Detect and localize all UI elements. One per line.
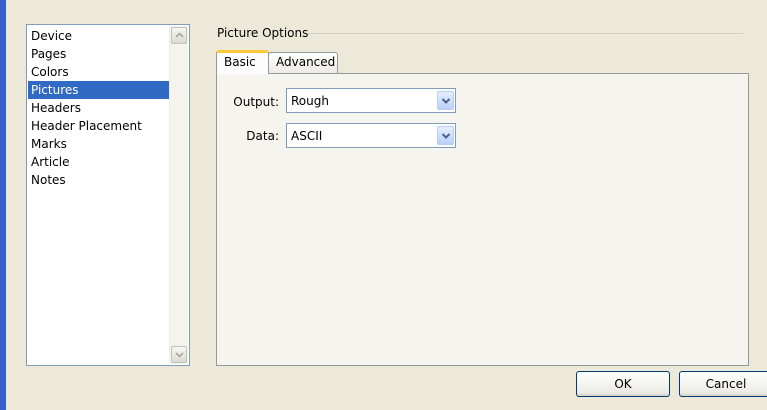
output-label: Output: [233, 95, 279, 109]
list-scrollbar[interactable] [169, 26, 188, 364]
list-item-headers[interactable]: Headers [28, 99, 170, 117]
output-select[interactable]: Rough [286, 88, 456, 113]
cancel-button[interactable]: Cancel [679, 371, 767, 397]
scroll-up-button[interactable] [171, 27, 187, 44]
chevron-down-icon [441, 133, 451, 139]
tab-basic[interactable]: Basic [216, 50, 269, 74]
group-divider [307, 33, 743, 34]
list-item-pages[interactable]: Pages [28, 45, 170, 63]
list-item-header-placement[interactable]: Header Placement [28, 117, 170, 135]
chevron-down-icon [175, 352, 184, 358]
ok-button[interactable]: OK [576, 371, 670, 397]
tab-panel [216, 73, 749, 366]
list-item-notes[interactable]: Notes [28, 171, 170, 189]
list-item-marks[interactable]: Marks [28, 135, 170, 153]
list-item-device[interactable]: Device [28, 27, 170, 45]
scroll-down-button[interactable] [171, 346, 187, 363]
list-item-colors[interactable]: Colors [28, 63, 170, 81]
data-select[interactable]: ASCII [286, 123, 456, 148]
window-left-edge [0, 0, 6, 410]
output-dropdown-button[interactable] [437, 91, 454, 110]
chevron-up-icon [175, 32, 184, 38]
data-select-value: ASCII [291, 129, 323, 143]
output-select-value: Rough [291, 94, 329, 108]
group-title: Picture Options [217, 26, 309, 40]
data-label: Data: [246, 129, 279, 143]
category-list[interactable]: Device Pages Colors Pictures Headers Hea… [26, 24, 190, 366]
data-dropdown-button[interactable] [437, 126, 454, 145]
list-item-pictures[interactable]: Pictures [28, 81, 170, 99]
list-item-article[interactable]: Article [28, 153, 170, 171]
chevron-down-icon [441, 98, 451, 104]
tab-advanced[interactable]: Advanced [268, 52, 338, 73]
category-list-items: Device Pages Colors Pictures Headers Hea… [28, 27, 170, 189]
